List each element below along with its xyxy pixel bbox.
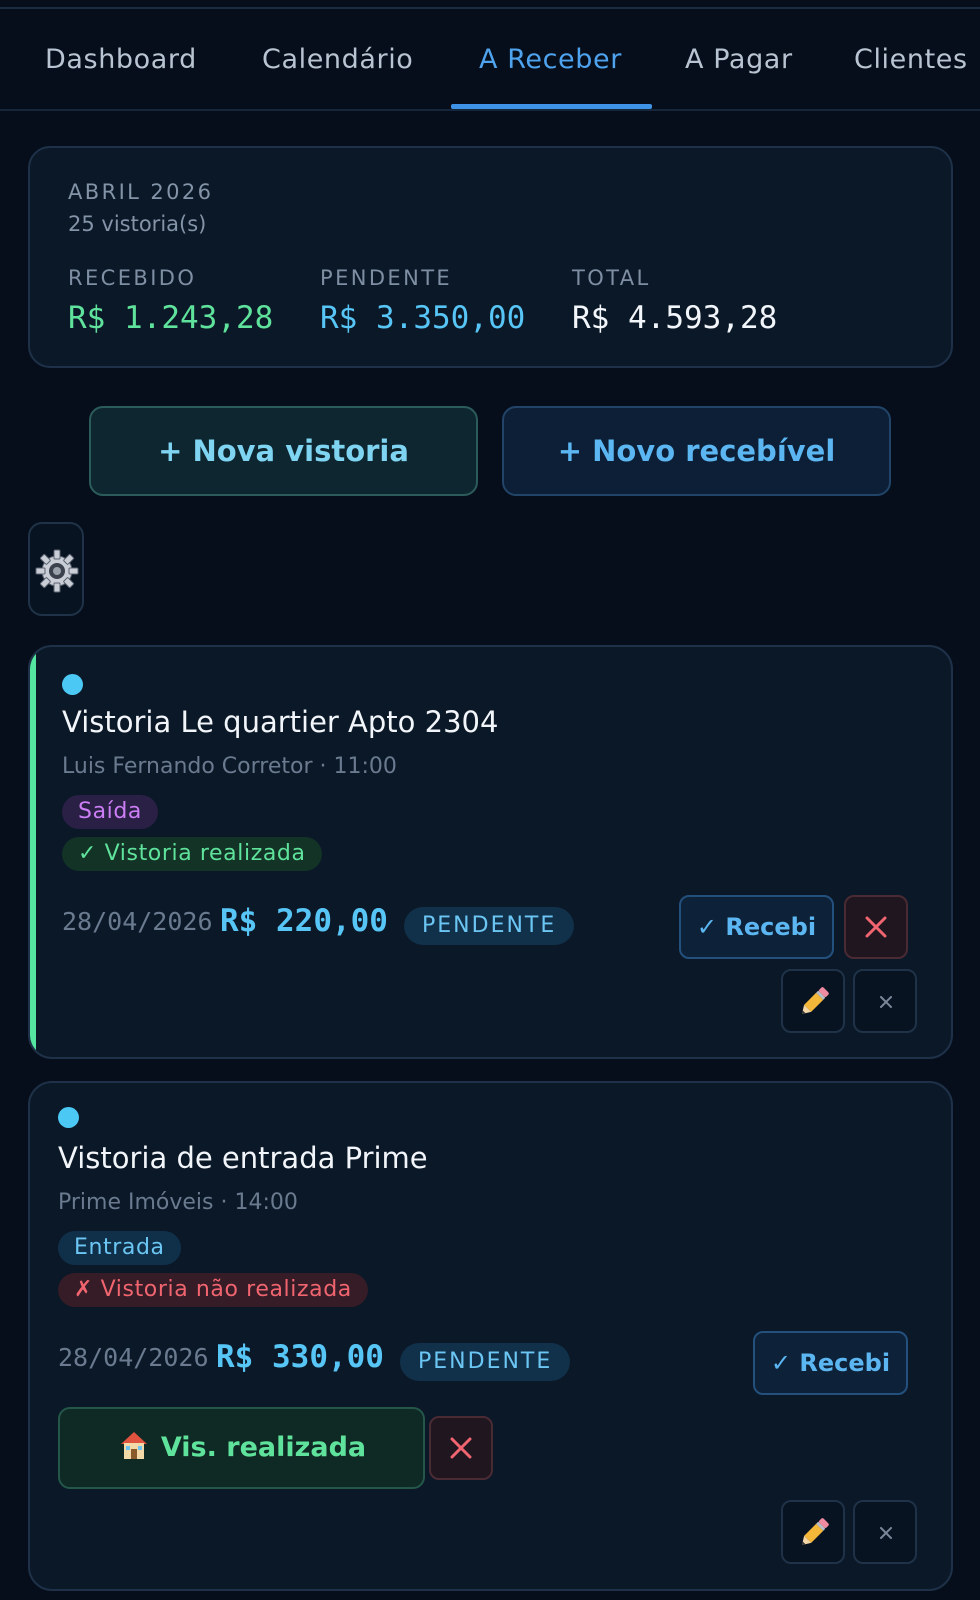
status-dot [58,1107,79,1128]
settings-button[interactable] [28,522,84,616]
small-x-icon [880,1527,892,1539]
type-tag: Saída [62,795,159,829]
top-divider [0,7,980,9]
small-x-icon [880,996,892,1008]
pencil-icon [801,1518,829,1546]
nova-vistoria-button[interactable]: + Nova vistoria [89,406,478,496]
remove-button[interactable] [853,969,917,1033]
stat-recebido-label: RECEBIDO [68,266,197,290]
stat-pendente-label: PENDENTE [320,266,453,290]
card-subtitle: Luis Fernando Corretor · 11:00 [62,754,397,779]
edit-button[interactable] [781,1500,845,1564]
close-icon [865,916,887,938]
stat-pendente-value: R$ 3.350,00 [320,300,526,336]
due-date: 28/04/2026 [58,1343,209,1372]
tab-clientes[interactable]: Clientes [854,10,968,109]
month-summary-card: ABRIL 2026 25 vistoria(s) RECEBIDO R$ 1.… [28,146,953,368]
vis-realizada-button[interactable]: Vis. realizada [58,1407,425,1489]
card-subtitle: Prime Imóveis · 14:00 [58,1190,298,1215]
cancel-button[interactable] [844,895,908,959]
recebi-button[interactable]: ✓ Recebi [753,1331,908,1395]
stat-total-label: TOTAL [572,266,651,290]
stat-total: TOTAL R$ 4.593,28 [572,266,777,336]
receivable-card: Vistoria de entrada Prime Prime Imóveis … [28,1081,953,1591]
tab-calendario[interactable]: Calendário [262,10,413,109]
stat-total-value: R$ 4.593,28 [572,300,778,336]
remove-button[interactable] [853,1500,917,1564]
summary-month: ABRIL 2026 [68,180,214,204]
summary-count: 25 vistoria(s) [68,212,207,236]
vistoria-status-tag: ✓ Vistoria realizada [62,837,322,871]
tab-bar: Dashboard Calendário A Receber A Pagar C… [0,10,980,111]
done-accent-bar [30,647,36,1057]
vistoria-status-tag: ✗ Vistoria não realizada [58,1273,368,1307]
due-date: 28/04/2026 [62,907,213,936]
house-icon [120,1432,147,1459]
cancel-button[interactable] [429,1416,493,1480]
recebi-button[interactable]: ✓ Recebi [679,895,834,959]
card-title: Vistoria de entrada Prime [58,1141,428,1175]
receivable-card: Vistoria Le quartier Apto 2304 Luis Fern… [28,645,953,1059]
tab-dashboard[interactable]: Dashboard [45,10,197,109]
payment-status-badge: PENDENTE [404,907,575,945]
edit-button[interactable] [781,969,845,1033]
pencil-icon [801,987,829,1015]
card-title: Vistoria Le quartier Apto 2304 [62,705,499,739]
gear-icon [35,549,79,593]
status-dot [62,674,83,695]
amount: R$ 330,00 [216,1339,384,1375]
novo-recebivel-button[interactable]: + Novo recebível [502,406,891,496]
stat-pendente: PENDENTE R$ 3.350,00 [320,266,525,336]
payment-status-badge: PENDENTE [400,1343,571,1381]
amount: R$ 220,00 [220,903,388,939]
tab-a-pagar[interactable]: A Pagar [685,10,793,109]
stat-recebido: RECEBIDO R$ 1.243,28 [68,266,273,336]
vis-realizada-label: Vis. realizada [160,1432,367,1463]
tab-a-receber[interactable]: A Receber [451,10,652,109]
stat-recebido-value: R$ 1.243,28 [68,300,274,336]
type-tag: Entrada [58,1231,181,1265]
close-icon [450,1437,472,1459]
